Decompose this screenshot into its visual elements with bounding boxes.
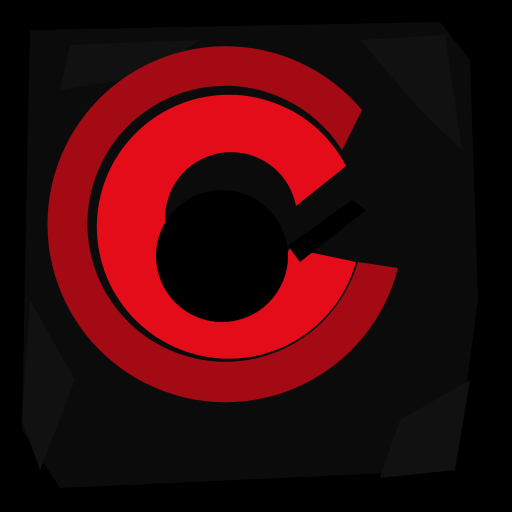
c-logo-icon bbox=[22, 22, 478, 488]
center-hole bbox=[156, 190, 288, 322]
app-icon-canvas bbox=[0, 0, 512, 512]
c-shape bbox=[47, 46, 398, 403]
